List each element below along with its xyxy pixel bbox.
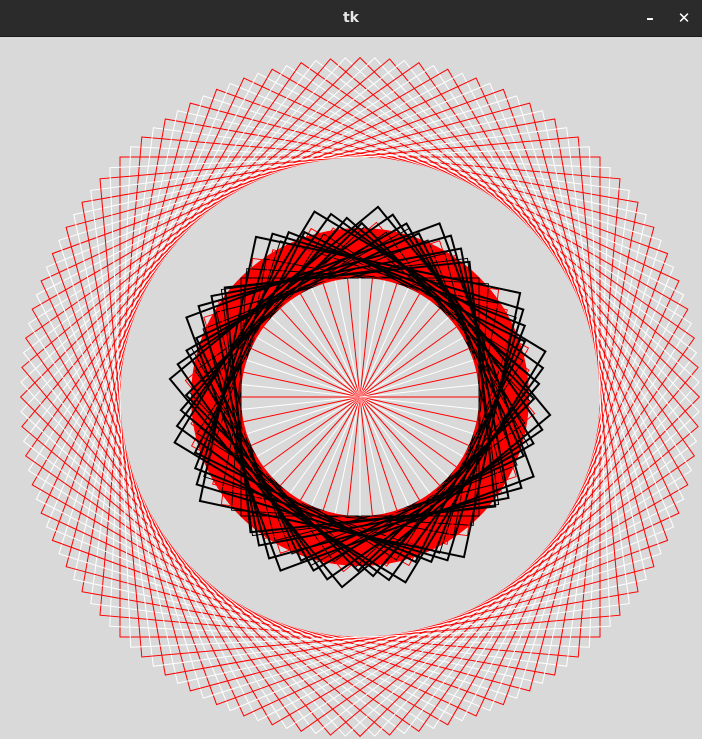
title-bar[interactable]: tk – ✕ xyxy=(0,0,702,37)
tk-canvas[interactable] xyxy=(0,37,702,739)
app-window: tk – ✕ xyxy=(0,0,702,739)
close-icon[interactable]: ✕ xyxy=(673,8,695,30)
minimize-icon[interactable]: – xyxy=(639,8,661,30)
tk-canvas-area[interactable] xyxy=(0,37,702,739)
window-title: tk xyxy=(342,10,359,26)
